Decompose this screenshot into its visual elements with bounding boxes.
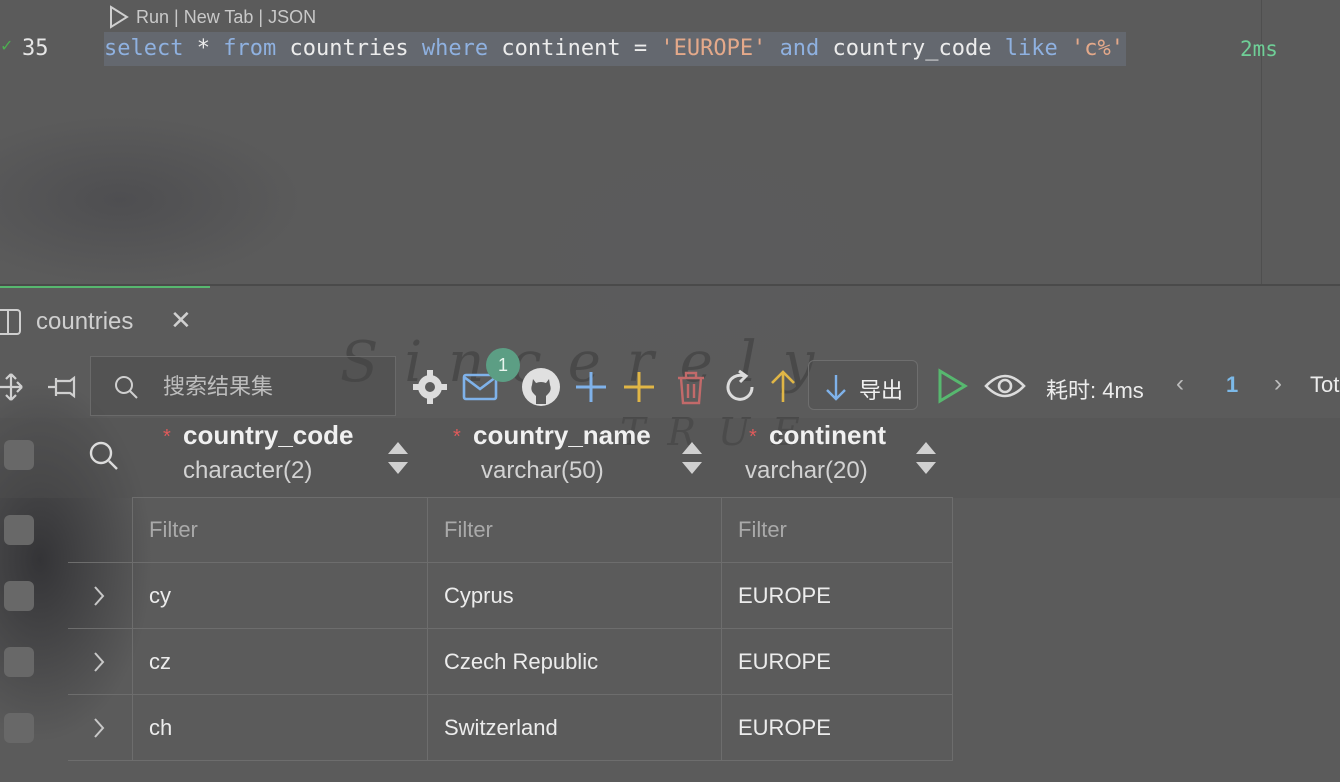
chevron-right-icon[interactable]: › (1274, 370, 1282, 398)
upload-arrow-icon[interactable] (768, 368, 798, 409)
column-type: character(2) (183, 457, 313, 484)
row-checkbox[interactable] (4, 647, 34, 677)
sql-token: select (104, 36, 184, 61)
filter-input-country-code[interactable]: Filter (133, 497, 428, 563)
filter-input-continent[interactable]: Filter (722, 497, 953, 563)
chevron-right-icon[interactable] (92, 717, 106, 744)
table-icon (0, 308, 24, 341)
gear-icon[interactable] (412, 369, 448, 410)
row-checkbox[interactable] (4, 713, 34, 743)
download-arrow-icon (823, 373, 849, 406)
chevron-right-icon[interactable] (92, 651, 106, 678)
search-icon (113, 374, 139, 405)
result-toolbar: 1 导出 耗时: 4ms ‹ 1 › Tot (0, 348, 1340, 418)
sql-token: where (421, 36, 489, 61)
close-icon[interactable]: ✕ (170, 307, 192, 333)
column-name: continent (769, 420, 886, 450)
export-label: 导出 (859, 378, 904, 403)
column-header-country-name[interactable]: * country_name varchar(50) (453, 420, 651, 485)
table-row[interactable]: cz Czech Republic EUROPE (0, 629, 953, 695)
query-duration: 2ms (1240, 37, 1278, 61)
column-name: country_name (473, 420, 651, 450)
add-row-icon[interactable] (574, 370, 608, 409)
cell-country-code[interactable]: ch (133, 695, 428, 761)
sql-token: 'c%' (1070, 36, 1124, 61)
table-row[interactable]: cy Cyprus EUROPE (0, 563, 953, 629)
chevron-right-icon[interactable] (92, 585, 106, 612)
run-play-icon[interactable] (108, 5, 130, 29)
sql-token: country_code (819, 36, 1005, 61)
sql-token: * (183, 36, 224, 61)
tab-countries[interactable]: countries ✕ (0, 286, 210, 352)
sql-statement[interactable]: select * from countries where continent … (104, 32, 1126, 66)
line-number: 35 (22, 36, 49, 61)
row-checkbox[interactable] (4, 515, 34, 545)
sql-token: 'EUROPE' (660, 36, 767, 61)
eye-icon[interactable] (984, 370, 1026, 407)
filter-row: Filter Filter Filter (0, 497, 953, 563)
sort-icon[interactable] (386, 440, 410, 481)
total-label: Tot (1310, 372, 1340, 397)
sort-icon[interactable] (914, 440, 938, 481)
editor-ruler (1261, 0, 1262, 285)
github-icon[interactable] (520, 366, 562, 413)
result-tabbar: countries ✕ (0, 286, 1340, 352)
sql-editor[interactable]: Run | New Tab | JSON ✓ 35 select * from … (0, 0, 1340, 285)
column-header-continent[interactable]: * continent varchar(20) (745, 420, 886, 485)
sort-icon[interactable] (680, 440, 704, 481)
sql-token: like (1004, 36, 1058, 61)
codelens-actions[interactable]: Run | New Tab | JSON (108, 4, 316, 30)
sql-token: from (223, 36, 277, 61)
column-header-country-code[interactable]: * country_code character(2) (163, 420, 354, 485)
notification-badge: 1 (486, 348, 520, 382)
pin-icon[interactable] (46, 372, 80, 407)
code-line[interactable]: ✓ 35 select * from countries where conti… (0, 32, 1340, 68)
run-icon[interactable] (936, 368, 968, 409)
sql-token: countries (276, 36, 422, 61)
column-type: varchar(20) (745, 457, 868, 484)
cell-country-name[interactable]: Czech Republic (428, 629, 722, 695)
delete-icon[interactable] (674, 370, 708, 411)
cell-country-code[interactable]: cz (133, 629, 428, 695)
tab-label[interactable]: countries (36, 308, 133, 336)
column-name: country_code (183, 420, 354, 450)
required-marker: * (163, 426, 171, 448)
row-checkbox[interactable] (4, 581, 34, 611)
required-marker: * (453, 426, 461, 448)
sql-token: continent = (488, 36, 661, 61)
success-check-icon: ✓ (0, 38, 14, 55)
elapsed-time: 耗时: 4ms (1046, 378, 1144, 403)
chevron-left-icon[interactable]: ‹ (1176, 370, 1184, 398)
cell-continent[interactable]: EUROPE (722, 629, 953, 695)
row-gutter (68, 497, 133, 563)
cell-country-name[interactable]: Switzerland (428, 695, 722, 761)
select-all-checkbox[interactable] (4, 440, 34, 470)
add-column-icon[interactable] (622, 370, 656, 409)
export-button[interactable]: 导出 (808, 360, 918, 410)
table-row[interactable]: ch Switzerland EUROPE (0, 695, 953, 761)
filter-input-country-name[interactable]: Filter (428, 497, 722, 563)
sql-token: and (779, 36, 820, 61)
move-icon[interactable] (0, 372, 24, 407)
cell-continent[interactable]: EUROPE (722, 695, 953, 761)
result-search[interactable] (90, 356, 396, 416)
codelens-text[interactable]: Run | New Tab | JSON (136, 7, 316, 28)
required-marker: * (749, 426, 757, 448)
refresh-icon[interactable] (722, 368, 760, 411)
grid-header: * country_code character(2) * country_na… (0, 418, 1340, 498)
current-page[interactable]: 1 (1226, 372, 1238, 398)
cell-country-name[interactable]: Cyprus (428, 563, 722, 629)
column-type: varchar(50) (481, 457, 604, 484)
cell-country-code[interactable]: cy (133, 563, 428, 629)
column-search-icon[interactable] (88, 440, 120, 477)
search-input[interactable] (161, 369, 385, 405)
cell-continent[interactable]: EUROPE (722, 563, 953, 629)
